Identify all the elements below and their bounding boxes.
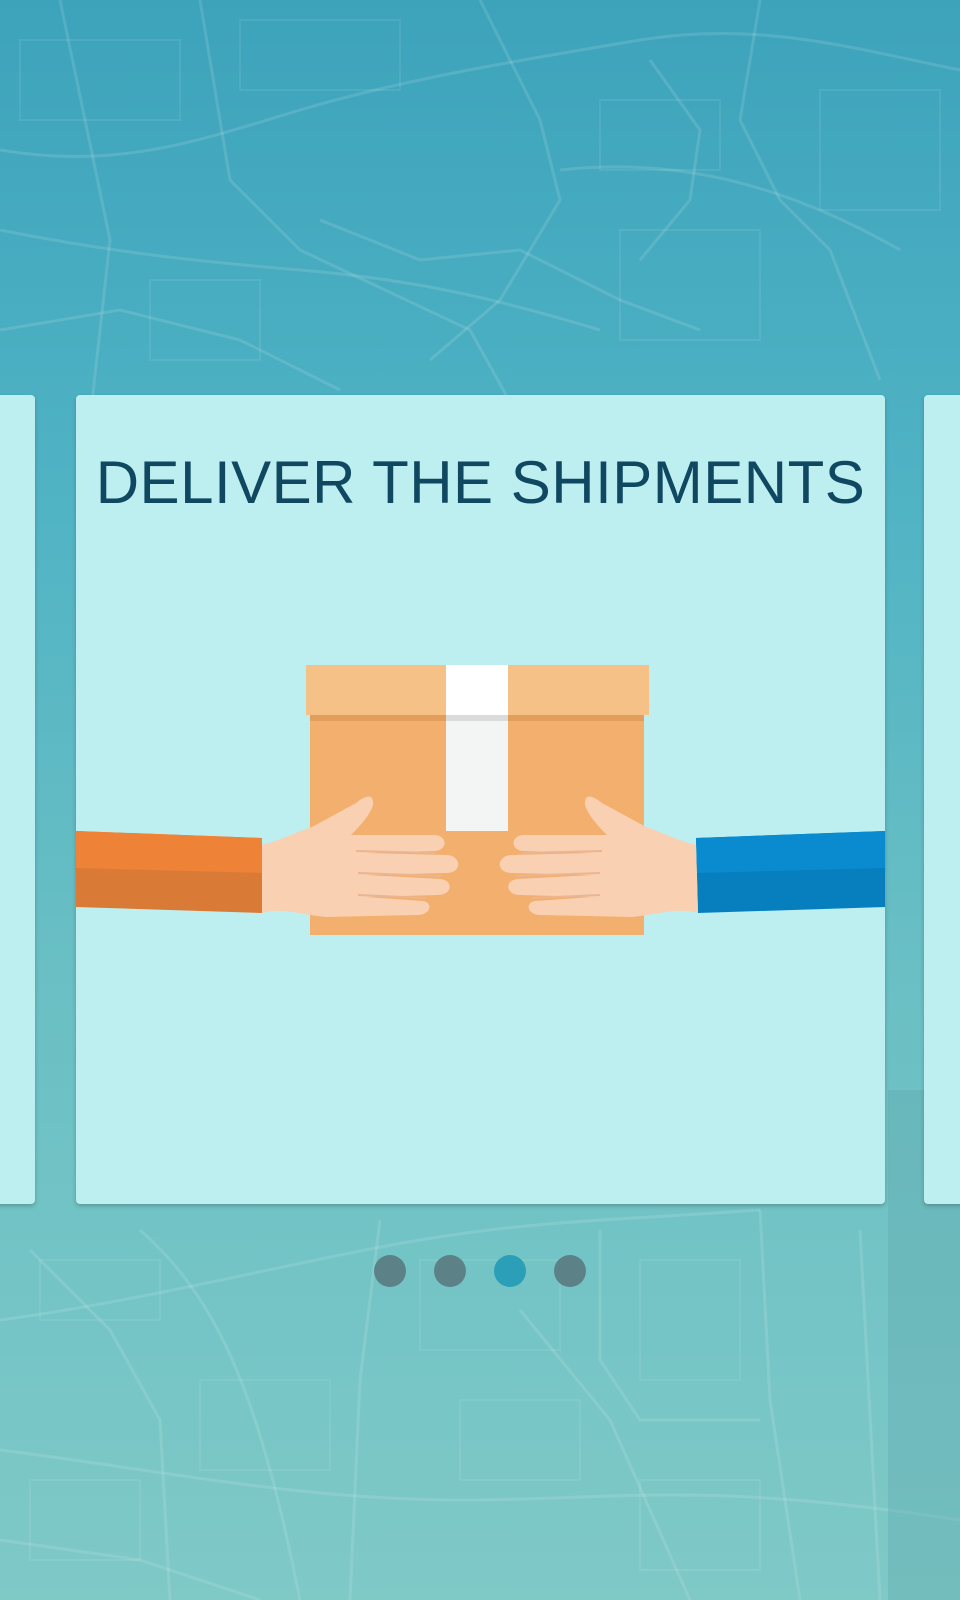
onboarding-screen: DELIVER THE SHIPMENTS: [0, 0, 960, 1600]
page-dot-1[interactable]: [374, 1255, 406, 1287]
previous-page-card[interactable]: [0, 395, 35, 1204]
onboarding-card: DELIVER THE SHIPMENTS: [76, 395, 885, 1204]
page-dot-4[interactable]: [554, 1255, 586, 1287]
page-indicator: [0, 1255, 960, 1287]
page-dot-2[interactable]: [434, 1255, 466, 1287]
hands-passing-package-illustration: [76, 665, 885, 935]
page-dot-3-active[interactable]: [494, 1255, 526, 1287]
next-page-card[interactable]: [924, 395, 960, 1204]
